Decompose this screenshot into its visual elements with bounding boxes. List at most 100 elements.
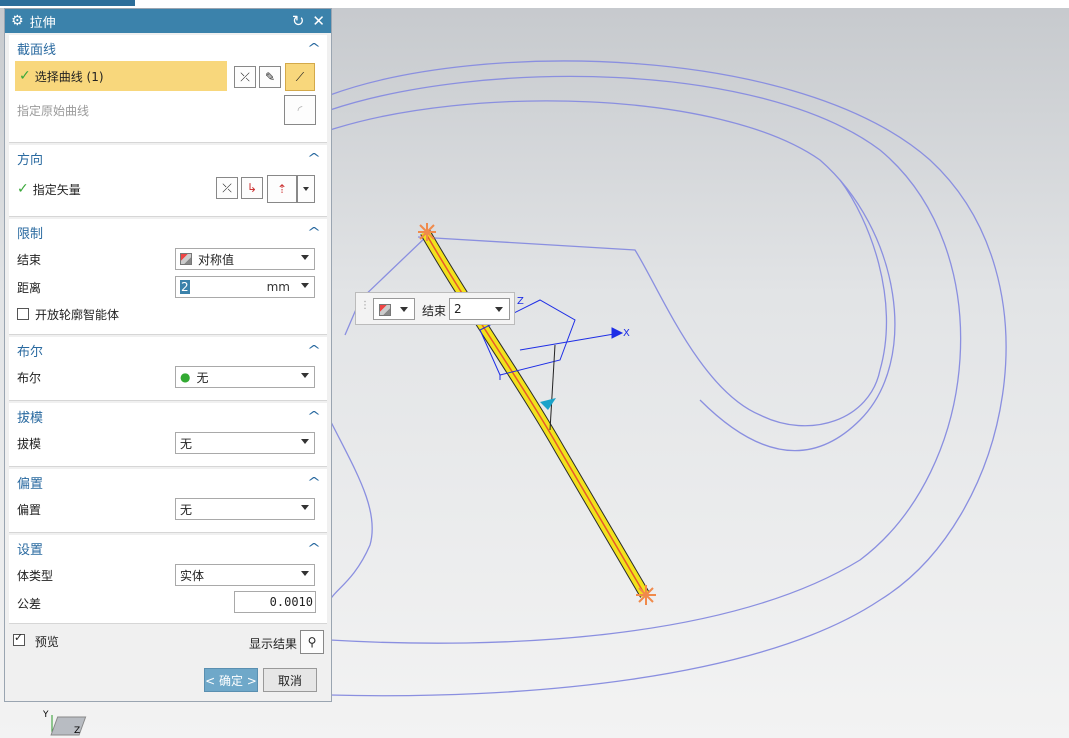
boolean-dropdown[interactable]: ● 无 (175, 366, 315, 388)
floating-end-value-field[interactable]: 2 (449, 298, 510, 320)
section-header-label: 截面线 (17, 42, 57, 58)
gear-icon[interactable]: ⚙ (11, 13, 24, 29)
draft-label: 拔模 (17, 436, 42, 451)
triad-y-label: Y (42, 710, 49, 720)
inner-ring-curve (329, 100, 896, 452)
end-row: 结束 对称值 (9, 245, 327, 273)
boolean-header-label: 布尔 (17, 344, 44, 360)
draft-header-label: 拔模 (17, 410, 44, 426)
extrude-dialog: ⚙ 拉伸 ↻ ✕ 截面线 ^ ✓ 选择曲线 (1) ⤫ ✎ ⟋ 指定原始曲线 ◜… (4, 8, 332, 702)
chevron-down-icon (301, 255, 309, 260)
collapse-icon[interactable]: ^ (307, 409, 321, 423)
select-curve-field[interactable]: ✓ 选择曲线 (1) (15, 61, 227, 91)
ok-button[interactable]: < 确定 > (204, 668, 258, 692)
boolean-group: 布尔 ^ 布尔 ● 无 (9, 337, 327, 401)
select-curve-row[interactable]: ✓ 选择曲线 (1) ⤫ ✎ ⟋ (9, 61, 327, 93)
floating-dimension-toolbar[interactable]: ⋮ 结束 2 (355, 292, 515, 325)
offset-label: 偏置 (17, 502, 42, 517)
offset-group: 偏置 ^ 偏置 无 (9, 469, 327, 533)
collapse-icon[interactable]: ^ (307, 343, 321, 357)
dialog-title: 拉伸 (29, 15, 56, 31)
boolean-none-icon: ● (180, 370, 191, 384)
vector-dropdown[interactable] (297, 175, 315, 203)
show-result-label: 显示结果 (249, 637, 298, 651)
outer-ring-curve (329, 60, 1007, 697)
end-dropdown[interactable]: 对称值 (175, 248, 315, 270)
distance-input[interactable]: 2 mm (175, 276, 315, 298)
dialog-titlebar: ⚙ 拉伸 ↻ ✕ (5, 9, 331, 33)
grip-icon[interactable]: ⋮ (360, 300, 370, 311)
body-type-value: 实体 (180, 568, 205, 583)
curve-rule-icon[interactable]: ⤫ (234, 66, 256, 88)
cube-icon (379, 304, 391, 316)
boolean-label: 布尔 (17, 370, 42, 385)
section-header[interactable]: 截面线 ^ (9, 35, 327, 61)
check-icon: ✓ (19, 68, 31, 84)
reset-icon[interactable]: ↻ (292, 13, 305, 29)
magnifier-icon[interactable]: ⚲ (300, 630, 324, 654)
sketch-section-icon[interactable]: ✎ (259, 66, 281, 88)
origin-curve-icon: ◜ (284, 95, 316, 125)
offset-row: 偏置 无 (9, 495, 327, 523)
section-group: 截面线 ^ ✓ 选择曲线 (1) ⤫ ✎ ⟋ 指定原始曲线 ◜ (9, 35, 327, 143)
boolean-header[interactable]: 布尔 ^ (9, 337, 327, 363)
offset-dropdown[interactable]: 无 (175, 498, 315, 520)
axis-z-label: Z (517, 296, 524, 307)
collapse-icon[interactable]: ^ (307, 225, 321, 239)
preview-checkbox[interactable] (13, 631, 25, 646)
reverse-direction-icon[interactable]: ⤫ (216, 177, 238, 199)
chevron-down-icon (303, 187, 309, 191)
preview-label: 预览 (34, 635, 59, 649)
open-profile-checkbox[interactable] (17, 308, 29, 320)
limits-header[interactable]: 限制 ^ (9, 219, 327, 245)
body-type-dropdown[interactable]: 实体 (175, 564, 315, 586)
offset-header-label: 偏置 (17, 476, 44, 492)
floating-end-label: 结束 (422, 304, 447, 318)
close-icon[interactable]: ✕ (312, 13, 325, 29)
body-type-label: 体类型 (17, 568, 54, 583)
vector-type-icon[interactable]: ⇡ (267, 175, 297, 203)
chevron-down-icon (301, 283, 309, 288)
axis-x-label: X (623, 328, 630, 339)
settings-header[interactable]: 设置 ^ (9, 535, 327, 561)
offset-header[interactable]: 偏置 ^ (9, 469, 327, 495)
start-point-marker (418, 223, 436, 241)
cancel-button[interactable]: 取消 (263, 668, 317, 692)
offset-value: 无 (180, 502, 193, 517)
collapse-icon[interactable]: ^ (307, 475, 321, 489)
end-label: 结束 (17, 252, 42, 267)
draft-dropdown[interactable]: 无 (175, 432, 315, 454)
open-profile-row[interactable]: 开放轮廓智能体 (9, 301, 327, 327)
preview-row[interactable]: 预览 (13, 631, 59, 650)
direction-header[interactable]: 方向 ^ (9, 145, 327, 171)
draft-value: 无 (180, 436, 193, 451)
select-curve-label: 选择曲线 (1) (34, 69, 104, 84)
distance-row: 距离 2 mm (9, 273, 327, 301)
boolean-row: 布尔 ● 无 (9, 363, 327, 391)
chevron-down-icon (495, 307, 503, 312)
distance-value: 2 (180, 280, 190, 294)
specify-vector-row[interactable]: ✓ 指定矢量 ⤫ ↳ ⇡ (9, 171, 327, 207)
tolerance-input[interactable]: 0.0010 (234, 591, 316, 613)
floating-end-value: 2 (454, 302, 462, 316)
draft-header[interactable]: 拔模 ^ (9, 403, 327, 429)
draft-group: 拔模 ^ 拔模 无 (9, 403, 327, 467)
extrude-body (420, 229, 650, 598)
draft-row: 拔模 无 (9, 429, 327, 457)
boolean-value: 无 (196, 370, 209, 385)
collapse-icon[interactable]: ^ (307, 151, 321, 165)
end-value: 对称值 (198, 252, 235, 267)
collapse-icon[interactable]: ^ (307, 541, 321, 555)
limits-group: 限制 ^ 结束 对称值 距离 2 mm 开放轮廓智能体 (9, 219, 327, 335)
limit-type-dropdown[interactable] (373, 298, 415, 320)
cube-icon (180, 253, 192, 265)
check-icon: ✓ (17, 181, 29, 197)
select-curve-icon[interactable]: ⟋ (285, 63, 315, 91)
settings-header-label: 设置 (17, 542, 44, 558)
middle-ring-curve (329, 75, 962, 644)
vector-dialog-icon[interactable]: ↳ (241, 177, 263, 199)
collapse-icon[interactable]: ^ (307, 41, 321, 55)
open-profile-label: 开放轮廓智能体 (35, 307, 120, 322)
specify-origin-row: 指定原始曲线 ◜ (9, 93, 327, 127)
chevron-down-icon (301, 505, 309, 510)
